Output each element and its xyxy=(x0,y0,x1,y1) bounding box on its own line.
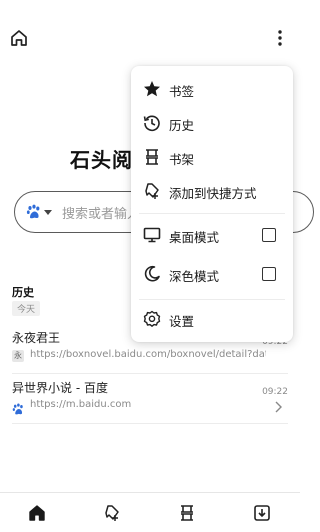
menu-item-label: 添加到快捷方式 xyxy=(169,186,257,201)
menu-item-settings[interactable]: 设置 xyxy=(131,302,293,336)
overflow-menu: 书签 历史 书架 添加到快捷方式 桌面模式 深色模式 设置 xyxy=(131,66,293,342)
menu-item-desktop-mode[interactable]: 桌面模式 xyxy=(131,218,293,252)
more-options-icon[interactable] xyxy=(272,28,288,48)
bookshelf-icon xyxy=(142,147,162,167)
history-item-url: https://m.baidu.com xyxy=(30,399,132,410)
gear-icon xyxy=(142,309,162,329)
bottom-nav xyxy=(0,492,300,532)
menu-item-label: 历史 xyxy=(169,118,195,133)
dark-mode-checkbox[interactable] xyxy=(262,267,276,281)
bookshelf-icon[interactable] xyxy=(177,503,197,523)
page-title: 石头阅读 xyxy=(70,148,136,172)
chevron-down-icon[interactable] xyxy=(44,210,52,215)
history-item-title: 异世界小说 - 百度 xyxy=(12,381,108,395)
baidu-paw-icon[interactable] xyxy=(26,204,41,219)
letter-icon: 永 xyxy=(12,350,24,362)
chevron-right-icon[interactable] xyxy=(272,399,284,413)
history-item-url: https://boxnovel.baidu.com/boxnovel/deta… xyxy=(30,349,266,360)
menu-item-bookshelf[interactable]: 书架 xyxy=(131,140,293,174)
divider xyxy=(12,373,288,374)
menu-item-label: 书架 xyxy=(169,152,195,167)
menu-item-label: 书签 xyxy=(169,84,195,99)
desktop-icon xyxy=(142,225,162,245)
baidu-paw-icon xyxy=(12,400,24,415)
menu-item-history[interactable]: 历史 xyxy=(131,106,293,140)
moon-icon xyxy=(142,264,162,284)
home-icon[interactable] xyxy=(9,28,29,48)
menu-item-dark-mode[interactable]: 深色模式 xyxy=(131,257,293,291)
add-shortcut-icon xyxy=(142,181,162,201)
menu-divider xyxy=(139,299,285,300)
history-item-title: 永夜君王 xyxy=(12,331,61,345)
download-icon[interactable] xyxy=(252,503,272,523)
history-item[interactable]: 异世界小说 - 百度 09:22 https://m.baidu.com xyxy=(12,379,288,423)
history-icon xyxy=(142,113,162,133)
history-title: 历史 xyxy=(12,286,34,299)
desktop-mode-checkbox[interactable] xyxy=(262,228,276,242)
divider xyxy=(12,423,288,424)
menu-divider xyxy=(139,213,285,214)
menu-item-bookmarks[interactable]: 书签 xyxy=(131,72,293,106)
history-group-label: 今天 xyxy=(12,301,41,316)
add-shortcut-icon[interactable] xyxy=(102,503,122,523)
top-bar xyxy=(0,0,300,74)
home-icon[interactable] xyxy=(27,503,47,523)
menu-item-label: 设置 xyxy=(169,314,195,329)
star-icon xyxy=(142,79,162,99)
menu-item-add-shortcut[interactable]: 添加到快捷方式 xyxy=(131,174,293,208)
history-item-time: 09:22 xyxy=(262,387,288,397)
menu-item-label: 深色模式 xyxy=(169,269,220,284)
menu-item-label: 桌面模式 xyxy=(169,230,220,245)
